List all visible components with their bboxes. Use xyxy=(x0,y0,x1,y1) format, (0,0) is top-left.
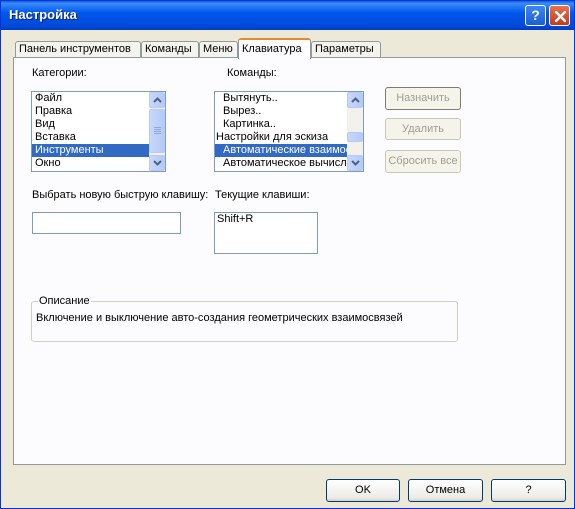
chevron-down-icon xyxy=(351,160,360,166)
list-item-selected[interactable]: Автоматические взаимосвязи xyxy=(215,144,348,157)
tab-label: Меню xyxy=(203,43,233,55)
ok-button-label: OK xyxy=(355,484,371,496)
scroll-down-button[interactable] xyxy=(347,155,363,171)
tab-label: Команды xyxy=(145,43,192,55)
ok-button[interactable]: OK xyxy=(326,479,400,502)
title-bar[interactable]: Настройка ? xyxy=(1,1,574,30)
categories-label: Категории: xyxy=(32,67,87,79)
tab-keyboard[interactable]: Клавиатура xyxy=(238,38,311,59)
current-keys-label: Текущие клавиши: xyxy=(215,189,310,201)
categories-listbox[interactable]: Файл Правка Вид Вставка Инструменты Окно xyxy=(31,91,166,172)
scroll-down-button[interactable] xyxy=(149,155,165,171)
close-button[interactable] xyxy=(549,5,570,26)
help-title-button[interactable]: ? xyxy=(525,5,546,26)
description-group: Описание Включение и выключение авто-соз… xyxy=(31,295,458,342)
list-item[interactable]: Вытянуть.. xyxy=(215,92,363,105)
chevron-down-icon xyxy=(153,160,162,166)
help-button[interactable]: ? xyxy=(491,479,566,502)
customize-dialog: Настройка ? Панель инструментов Команды … xyxy=(0,0,575,509)
close-icon xyxy=(554,10,567,23)
list-item[interactable]: Настройки для эскиза xyxy=(215,131,363,144)
list-item[interactable]: Вырез.. xyxy=(215,105,363,118)
window-title: Настройка xyxy=(9,7,77,22)
tab-menu[interactable]: Меню xyxy=(199,41,238,58)
list-item[interactable]: Вид xyxy=(32,118,165,131)
delete-button-label: Удалить xyxy=(402,123,444,135)
description-text: Включение и выключение авто-создания гео… xyxy=(36,312,403,324)
commands-listbox[interactable]: Вытянуть.. Вырез.. Картинка.. Настройки … xyxy=(214,91,364,172)
list-item[interactable]: Shift+R xyxy=(215,213,317,226)
assign-button[interactable]: Назначить xyxy=(385,87,461,110)
tab-toolbars[interactable]: Панель инструментов xyxy=(15,41,141,58)
help-button-label: ? xyxy=(525,484,532,496)
tab-label: Панель инструментов xyxy=(19,43,131,55)
list-item[interactable]: Картинка.. xyxy=(215,118,363,131)
new-shortcut-label: Выбрать новую быструю клавишу: xyxy=(32,189,209,201)
list-item[interactable]: Окно xyxy=(32,157,165,170)
tab-options[interactable]: Параметры xyxy=(311,41,381,58)
current-keys-listbox[interactable]: Shift+R xyxy=(214,212,318,254)
vertical-scrollbar[interactable] xyxy=(347,92,363,171)
chevron-up-icon xyxy=(153,97,162,103)
tab-label: Параметры xyxy=(315,43,374,55)
assign-button-label: Назначить xyxy=(396,92,450,104)
delete-button[interactable]: Удалить xyxy=(385,118,461,140)
list-item-selected[interactable]: Инструменты xyxy=(32,144,165,157)
list-item[interactable]: Вставка xyxy=(32,131,165,144)
scroll-up-button[interactable] xyxy=(149,92,165,108)
chevron-up-icon xyxy=(351,97,360,103)
scroll-thumb[interactable] xyxy=(149,109,165,153)
list-item[interactable]: Правка xyxy=(32,105,165,118)
scroll-up-button[interactable] xyxy=(347,92,363,108)
reset-all-button[interactable]: Сбросить все xyxy=(385,150,461,173)
list-item[interactable]: Файл xyxy=(32,92,165,105)
vertical-scrollbar[interactable] xyxy=(149,92,165,171)
tab-label: Клавиатура xyxy=(242,43,302,55)
list-item[interactable]: Автоматическое вычисление xyxy=(215,157,348,170)
question-mark-icon: ? xyxy=(531,7,540,23)
reset-all-button-label: Сбросить все xyxy=(388,155,458,167)
description-title: Описание xyxy=(38,295,91,307)
cancel-button-label: Отмена xyxy=(425,484,466,496)
scroll-thumb[interactable] xyxy=(347,132,363,142)
tab-commands[interactable]: Команды xyxy=(141,41,199,58)
cancel-button[interactable]: Отмена xyxy=(408,479,483,502)
commands-label: Команды: xyxy=(227,67,277,79)
new-shortcut-input[interactable] xyxy=(32,212,181,234)
